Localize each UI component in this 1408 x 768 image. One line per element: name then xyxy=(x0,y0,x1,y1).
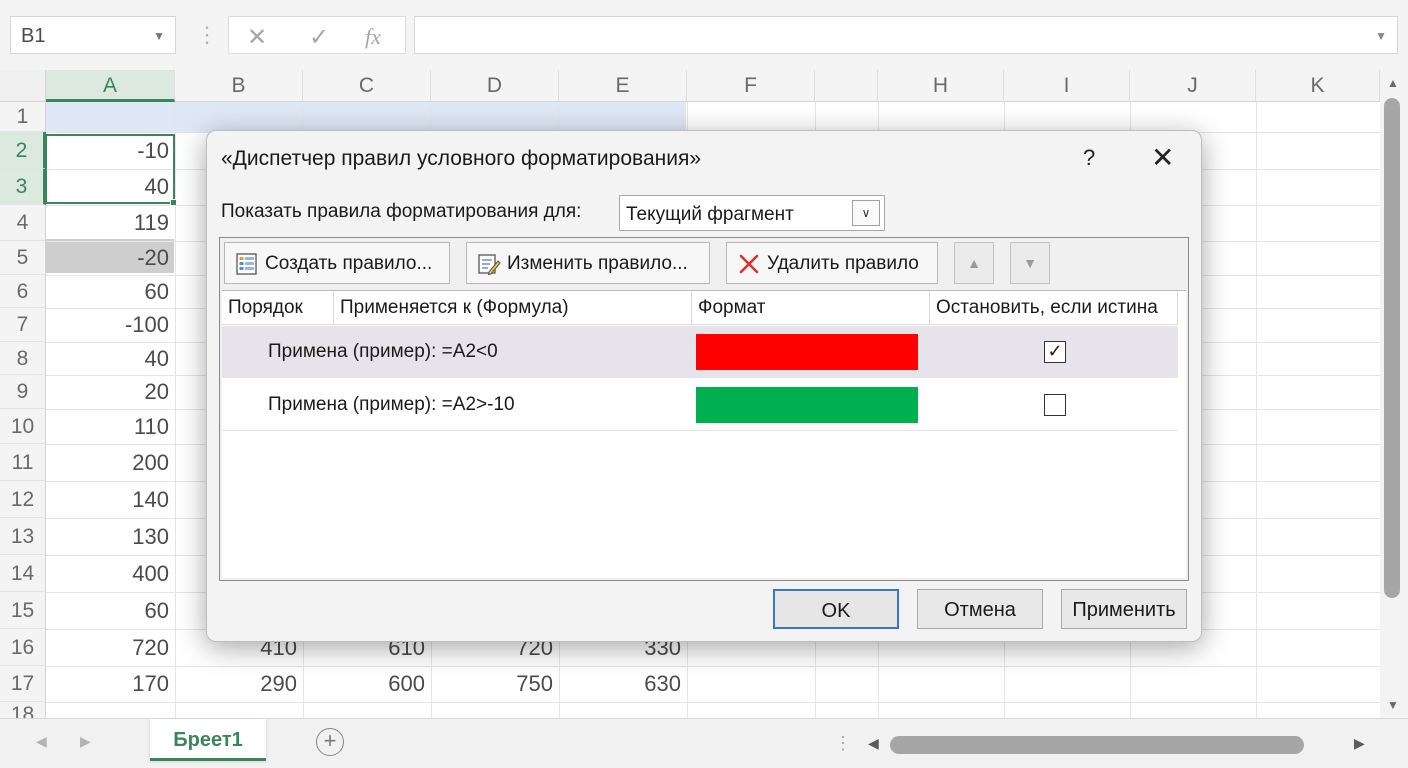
format-preview-swatch xyxy=(696,387,918,423)
header-format: Формат xyxy=(692,291,930,325)
cancel-button[interactable]: Отмена xyxy=(917,589,1043,629)
rule-row[interactable]: Примена (пример): =A2<0 ✓ xyxy=(222,326,1178,378)
move-down-icon[interactable]: ▼ xyxy=(1010,242,1050,284)
ok-button[interactable]: OK xyxy=(773,589,899,629)
help-icon[interactable]: ? xyxy=(1083,145,1095,171)
rules-table: Порядок Применяется к (Формула) Формат О… xyxy=(222,290,1186,578)
show-rules-value: Текущий фрагмент xyxy=(626,204,794,225)
rule-applies: Примена (пример): =A2<0 xyxy=(268,341,498,362)
dialog-title: «Диспетчер правил условного форматирован… xyxy=(221,147,701,170)
edit-rule-icon xyxy=(478,254,501,276)
format-preview-swatch xyxy=(696,334,918,370)
stop-if-true-checkbox[interactable]: ✓ xyxy=(1044,341,1066,363)
delete-icon xyxy=(739,254,759,274)
move-up-icon[interactable]: ▲ xyxy=(954,242,994,284)
header-order: Порядок xyxy=(222,291,334,325)
rule-applies: Примена (пример): =A2>-10 xyxy=(268,394,515,415)
stop-if-true-checkbox[interactable] xyxy=(1044,394,1066,416)
new-rule-icon xyxy=(236,253,257,275)
apply-button[interactable]: Применить xyxy=(1061,589,1187,629)
header-applies-to: Применяется к (Формула) xyxy=(334,291,692,325)
new-rule-button[interactable]: Создать правило... xyxy=(224,242,450,284)
edit-rule-button[interactable]: Изменить правило... xyxy=(466,242,710,284)
close-icon[interactable]: ✕ xyxy=(1151,141,1174,174)
show-rules-select[interactable]: Текущий фрагмент ∨ xyxy=(619,195,885,231)
rule-row[interactable]: Примена (пример): =A2>-10 xyxy=(222,379,1178,431)
delete-rule-label: Удалить правило xyxy=(767,253,919,274)
excel-window: B1 ▼ ⋮ ✕ ✓ fx ▼ A B C D E F H I J K 1 2 3 4 5 6 7 8 9 10 11 1… xyxy=(0,0,1408,768)
chevron-down-icon[interactable]: ∨ xyxy=(852,200,880,226)
show-rules-label: Показать правила форматирования для: xyxy=(221,201,582,222)
conditional-formatting-manager-dialog: «Диспетчер правил условного форматирован… xyxy=(206,130,1202,642)
header-stop-if-true: Остановить, если истина xyxy=(930,291,1178,325)
delete-rule-button[interactable]: Удалить правило xyxy=(726,242,938,284)
rules-panel: Создать правило... Изменить правило... У… xyxy=(219,237,1189,581)
new-rule-label: Создать правило... xyxy=(265,253,433,274)
edit-rule-label: Изменить правило... xyxy=(507,253,688,274)
